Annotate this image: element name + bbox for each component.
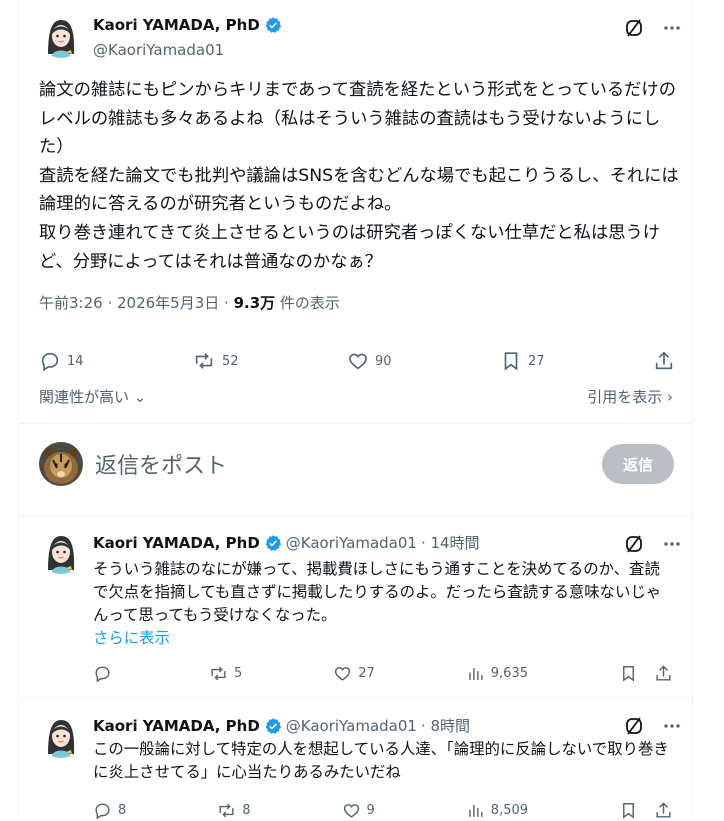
repost-action[interactable]: 5 xyxy=(209,664,242,683)
sort-relevance-dropdown[interactable]: 関連性が高い ⌄ xyxy=(39,386,146,407)
reply-author-name[interactable]: Kaori YAMADA, PhD xyxy=(93,717,260,735)
reply-author-name[interactable]: Kaori YAMADA, PhD xyxy=(93,534,260,552)
reply-top-icons xyxy=(622,714,684,738)
reply-author-handle[interactable]: @KaoriYamada01 xyxy=(286,534,417,552)
reply-action-bar: 5 27 9,635 xyxy=(93,662,673,684)
share-icon[interactable] xyxy=(654,664,673,683)
post-meta: 午前3:26 · 2026年5月3日 · 9.3万 件の表示 xyxy=(39,292,340,313)
bookmark-icon xyxy=(504,352,518,371)
verified-badge-icon xyxy=(265,17,281,33)
author-avatar[interactable] xyxy=(39,14,83,58)
views-action[interactable]: 9,635 xyxy=(466,664,528,683)
reply-action[interactable] xyxy=(93,664,118,683)
repost-icon xyxy=(195,353,213,369)
like-count: 27 xyxy=(358,665,375,681)
chevron-right-icon: › xyxy=(667,388,673,406)
grok-icon[interactable] xyxy=(622,714,646,738)
post-views-label: 件の表示 xyxy=(275,294,340,312)
reply-count: 8 xyxy=(118,802,127,818)
repost-icon xyxy=(211,666,226,680)
conversation-column: Kaori YAMADA, PhD @KaoriYamada01 論文の雑誌にも… xyxy=(18,0,693,819)
more-icon[interactable] xyxy=(660,532,684,556)
reply-action-bar: 8 8 9 8,509 xyxy=(93,799,673,821)
like-count: 9 xyxy=(366,802,375,818)
reply-input[interactable]: 返信をポスト xyxy=(95,448,227,480)
author-name-row[interactable]: Kaori YAMADA, PhD xyxy=(93,16,282,34)
post-top-icons xyxy=(622,16,684,40)
reply-composer: 返信をポスト 返信 xyxy=(19,423,692,517)
bookmark-count: 27 xyxy=(528,353,545,369)
repost-action[interactable]: 52 xyxy=(192,350,239,372)
like-icon xyxy=(349,353,367,370)
reply-text: そういう雑誌のなにが嫌って、掲載費ほしさにもう通すことを決めてるのか、査読で欠点… xyxy=(93,560,662,625)
reply-author-avatar[interactable] xyxy=(39,530,83,574)
reply-author-avatar[interactable] xyxy=(39,714,83,758)
grok-icon[interactable] xyxy=(622,16,646,40)
like-action[interactable]: 27 xyxy=(333,664,375,683)
reply-author-row: Kaori YAMADA, PhD @KaoriYamada01 · 14時間 xyxy=(93,532,480,553)
repost-count: 8 xyxy=(242,802,251,818)
verified-badge-icon xyxy=(265,717,281,734)
views-icon xyxy=(469,667,483,680)
repost-count: 5 xyxy=(233,665,243,681)
more-icon[interactable] xyxy=(660,16,684,40)
reply-icon xyxy=(95,665,110,682)
author-name[interactable]: Kaori YAMADA, PhD xyxy=(93,16,260,34)
verified-badge-icon xyxy=(265,534,281,551)
post-action-bar: 14 52 90 27 xyxy=(39,346,675,376)
like-count: 90 xyxy=(375,353,392,369)
views-count: 8,509 xyxy=(490,802,529,818)
share-action[interactable] xyxy=(653,350,675,372)
show-more-link[interactable]: さらに表示 xyxy=(93,626,170,648)
reply-sort-row: 関連性が高い ⌄ 引用を表示 › xyxy=(39,386,673,407)
more-icon[interactable] xyxy=(660,714,684,738)
like-action[interactable]: 90 xyxy=(347,350,392,372)
repost-count: 52 xyxy=(222,353,239,369)
reply-time[interactable]: · 14時間 xyxy=(421,532,480,553)
reply-author-row: Kaori YAMADA, PhD @KaoriYamada01 · 8時間 xyxy=(93,715,470,736)
bookmark-share-group xyxy=(619,664,673,683)
share-icon xyxy=(655,351,673,370)
reply-post-2[interactable]: Kaori YAMADA, PhD @KaoriYamada01 · 8時間 こ… xyxy=(19,698,692,819)
reply-top-icons xyxy=(622,532,684,556)
view-quotes-link[interactable]: 引用を表示 › xyxy=(587,386,673,407)
post-timestamp[interactable]: 午前3:26 · 2026年5月3日 · xyxy=(39,294,234,312)
reply-time[interactable]: · 8時間 xyxy=(421,715,470,736)
views-count: 9,635 xyxy=(490,665,528,681)
reply-action[interactable]: 14 xyxy=(39,350,84,372)
like-icon xyxy=(335,666,351,681)
post-views-count: 9.3万 xyxy=(233,294,276,312)
reply-icon xyxy=(41,352,59,372)
reply-post-1[interactable]: Kaori YAMADA, PhD @KaoriYamada01 · 14時間 … xyxy=(19,516,692,698)
reply-submit-button[interactable]: 返信 xyxy=(602,444,674,484)
grok-icon[interactable] xyxy=(622,532,646,556)
reply-text: この一般論に対して特定の人を想起している人達、「論理的に反論しないで取り巻きに炎… xyxy=(93,740,669,782)
current-user-avatar[interactable] xyxy=(39,442,83,486)
bookmark-action[interactable]: 27 xyxy=(500,350,545,372)
chevron-down-icon: ⌄ xyxy=(133,388,147,406)
reply-count: 14 xyxy=(67,353,84,369)
author-handle[interactable]: @KaoriYamada01 xyxy=(93,41,224,59)
reply-author-handle[interactable]: @KaoriYamada01 xyxy=(286,717,417,735)
bookmark-icon[interactable] xyxy=(619,664,638,683)
post-text: 論文の雑誌にもピンからキリまであって査読を経たという形式をとっているだけのレベル… xyxy=(39,80,679,272)
